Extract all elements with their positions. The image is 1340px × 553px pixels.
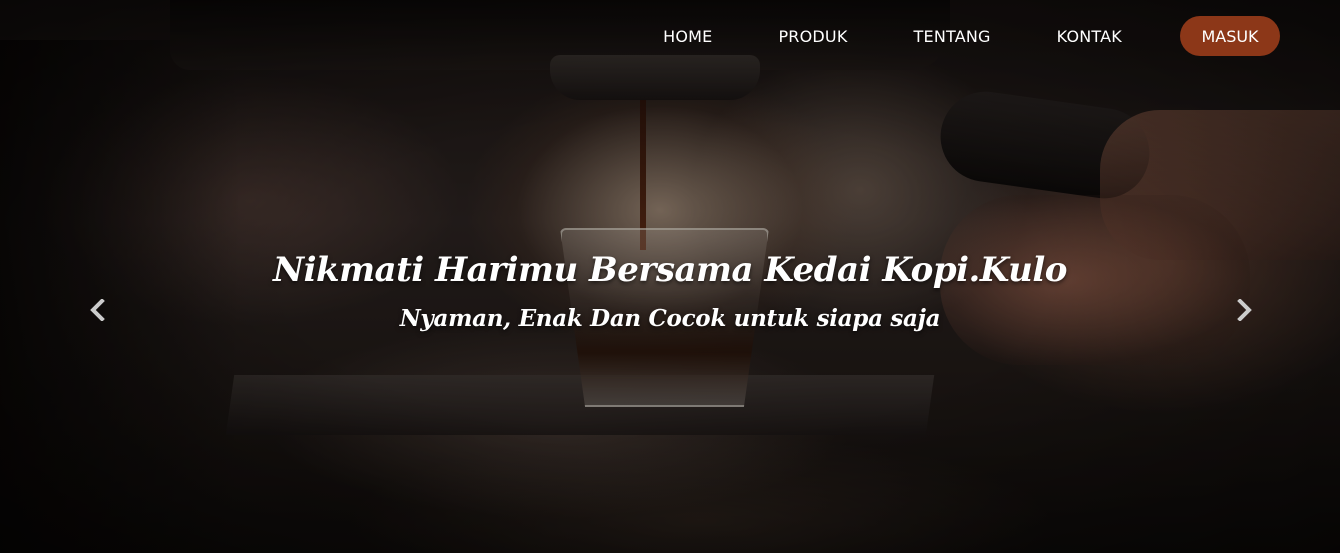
chevron-right-icon — [1236, 299, 1252, 321]
hero-carousel: HOME PRODUK TENTANG KONTAK MASUK Nikmati… — [0, 0, 1340, 553]
hero-title: Nikmati Harimu Bersama Kedai Kopi.Kulo — [273, 250, 1067, 290]
main-navigation: HOME PRODUK TENTANG KONTAK MASUK — [663, 16, 1280, 56]
carousel-prev-button[interactable] — [84, 296, 112, 324]
hero-subtitle: Nyaman, Enak Dan Cocok untuk siapa saja — [399, 305, 941, 332]
chevron-left-icon — [90, 299, 106, 321]
nav-link-tentang[interactable]: TENTANG — [914, 27, 991, 46]
nav-link-home[interactable]: HOME — [663, 27, 712, 46]
nav-link-produk[interactable]: PRODUK — [778, 27, 847, 46]
login-button[interactable]: MASUK — [1180, 16, 1280, 56]
nav-link-kontak[interactable]: KONTAK — [1057, 27, 1122, 46]
carousel-next-button[interactable] — [1230, 296, 1258, 324]
